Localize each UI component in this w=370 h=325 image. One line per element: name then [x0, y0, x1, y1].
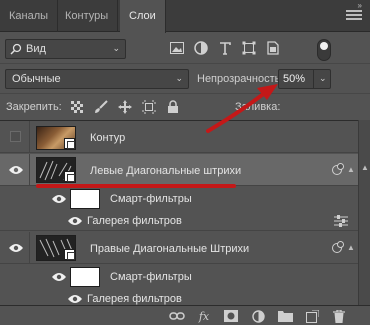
lock-move-icon[interactable]: [116, 97, 134, 117]
layers-bottom-toolbar: fx: [0, 305, 370, 325]
filter-kind-label: Вид: [26, 43, 46, 55]
filter-gallery-row[interactable]: Галерея фильтров: [0, 211, 358, 231]
adjustment-layer-icon[interactable]: [249, 307, 267, 325]
filter-kind-select[interactable]: Вид ⌄: [5, 39, 126, 59]
lock-artboard-icon[interactable]: [140, 97, 158, 117]
add-mask-icon[interactable]: [222, 307, 240, 325]
visibility-spacer: [0, 289, 30, 305]
layer-row[interactable]: Контур: [0, 121, 358, 153]
lock-transparent-icon[interactable]: [68, 97, 86, 117]
visibility-toggle[interactable]: [0, 154, 30, 185]
collapse-arrow-icon[interactable]: ▲: [347, 243, 355, 252]
layer-row-selected[interactable]: Левые Диагональные штрихи ▲: [0, 154, 358, 186]
shape-filter-icon[interactable]: [240, 38, 258, 58]
layer-name: Левые Диагональные штрихи: [90, 165, 242, 177]
layers-scrollbar[interactable]: ▲: [358, 120, 370, 305]
panel-menu-icon[interactable]: »: [346, 1, 362, 22]
visibility-spacer: [0, 265, 30, 289]
panel-tab-bar: Каналы Контуры Слои »: [0, 0, 370, 33]
annotation-underline: [36, 184, 236, 188]
new-group-icon[interactable]: [276, 307, 294, 325]
blend-mode-select[interactable]: Обычные ⌄: [5, 69, 189, 89]
layer-filter-row: Вид ⌄: [0, 33, 370, 63]
filter-gallery-label: Галерея фильтров: [87, 215, 182, 227]
blend-row: Обычные ⌄ Непрозрачность: 50% ⌄: [0, 63, 370, 93]
visibility-spacer: [0, 211, 30, 230]
link-layers-icon[interactable]: [168, 307, 186, 325]
smart-object-badge-icon: [64, 249, 75, 260]
collapse-arrow-icon[interactable]: ▲: [347, 165, 355, 174]
tab-paths[interactable]: Контуры: [56, 0, 119, 32]
lock-paint-icon[interactable]: [92, 97, 110, 117]
fill-label: Заливка:: [235, 101, 281, 113]
lock-label: Закрепить:: [6, 101, 62, 113]
eye-icon[interactable]: [52, 272, 66, 282]
eye-icon[interactable]: [68, 294, 82, 304]
smart-object-filter-icon[interactable]: [264, 38, 282, 58]
filter-gallery-row[interactable]: Галерея фильтров: [0, 289, 358, 305]
fx-icon[interactable]: fx: [195, 307, 213, 325]
adjustment-filter-icon[interactable]: [192, 38, 210, 58]
layer-name: Правые Диагональные Штрихи: [90, 243, 250, 255]
delete-layer-icon[interactable]: [330, 307, 348, 325]
chevron-down-icon: ⌄: [175, 73, 183, 83]
opacity-field[interactable]: 50% ⌄: [278, 69, 331, 89]
lock-all-icon[interactable]: [164, 97, 182, 117]
filter-gallery-label: Галерея фильтров: [87, 293, 182, 305]
filter-toggle[interactable]: [317, 39, 331, 61]
filter-mask-thumbnail: [70, 267, 100, 287]
smart-filters-label: Смарт-фильтры: [110, 193, 192, 205]
filter-mask-thumbnail: [70, 189, 100, 209]
search-icon: [10, 43, 22, 55]
eye-icon: [9, 244, 23, 252]
smart-object-badge-icon: [64, 171, 75, 182]
opacity-value: 50%: [283, 73, 306, 85]
new-layer-icon[interactable]: [303, 307, 321, 325]
hidden-visibility-box: [10, 131, 21, 142]
chevron-down-icon: ⌄: [112, 43, 120, 53]
type-filter-icon[interactable]: [216, 38, 234, 58]
scroll-up-icon[interactable]: ▲: [361, 163, 369, 172]
filter-effects-icon[interactable]: [332, 241, 344, 253]
visibility-toggle[interactable]: [0, 232, 30, 263]
visibility-spacer: [0, 187, 30, 211]
filter-effects-icon[interactable]: [332, 163, 344, 175]
layer-name: Контур: [90, 132, 126, 144]
filter-blending-options-icon[interactable]: [334, 215, 348, 227]
eye-icon[interactable]: [68, 216, 82, 226]
image-filter-icon[interactable]: [168, 38, 186, 58]
tab-layers[interactable]: Слои: [120, 0, 166, 33]
eye-icon[interactable]: [52, 194, 66, 204]
layers-list: Контур Левые Диагональные штрихи ▲ Смарт…: [0, 120, 358, 305]
layer-row[interactable]: Правые Диагональные Штрихи ▲: [0, 232, 358, 264]
visibility-toggle[interactable]: [0, 121, 30, 152]
tab-channels[interactable]: Каналы: [0, 0, 59, 32]
smart-object-badge-icon: [64, 138, 75, 149]
smart-filters-label: Смарт-фильтры: [110, 271, 192, 283]
smart-filters-row[interactable]: Смарт-фильтры: [0, 265, 358, 289]
lock-row: Закрепить: Заливка:: [0, 93, 370, 119]
opacity-dropdown[interactable]: ⌄: [313, 70, 331, 88]
smart-filters-row[interactable]: Смарт-фильтры: [0, 187, 358, 211]
eye-icon: [9, 166, 23, 174]
blend-mode-label: Обычные: [12, 73, 61, 85]
opacity-label: Непрозрачность:: [197, 73, 284, 85]
chevron-down-icon: ⌄: [319, 73, 327, 83]
